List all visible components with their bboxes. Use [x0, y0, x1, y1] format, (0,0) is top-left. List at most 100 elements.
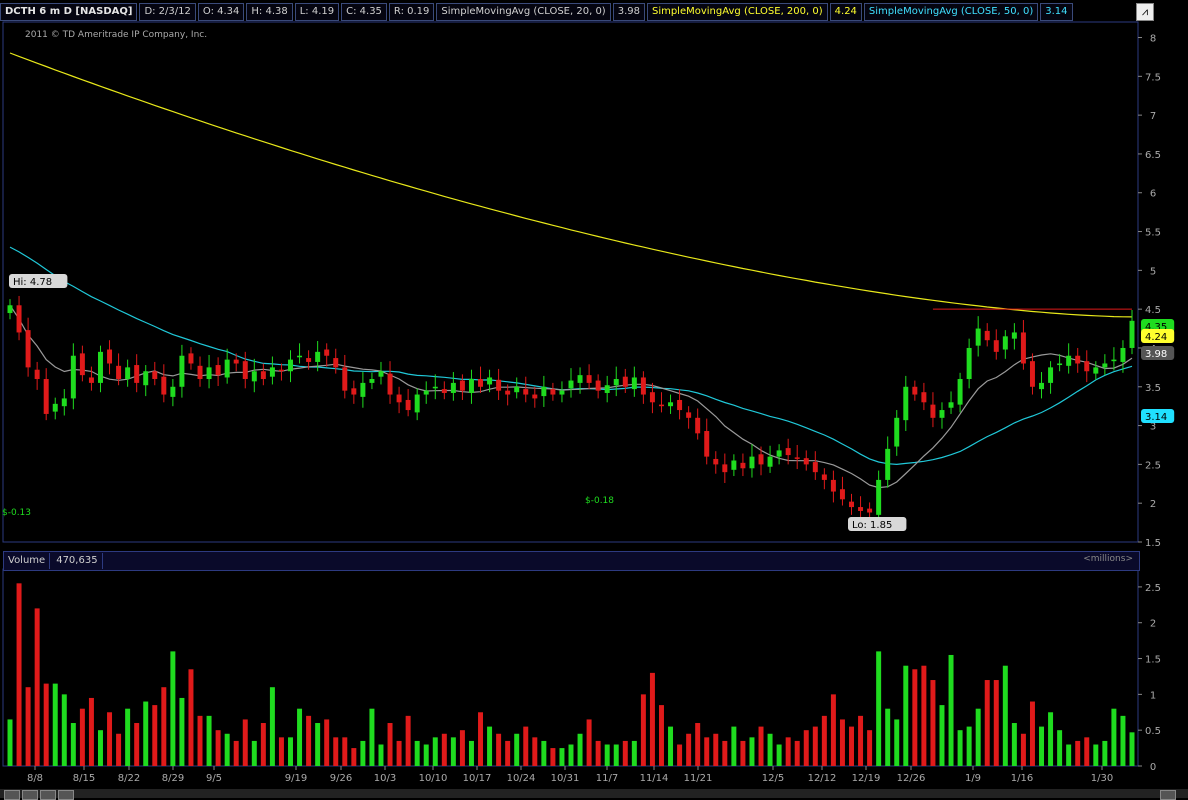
volume-bar	[649, 672, 655, 766]
volume-bar	[984, 680, 990, 766]
volume-bar	[749, 737, 755, 766]
candle-body	[957, 379, 963, 405]
volume-bar	[79, 708, 85, 766]
candle-body	[1029, 361, 1035, 387]
volume-bar	[794, 740, 800, 766]
volume-bar	[767, 733, 773, 766]
price-tick-label: 3.5	[1145, 383, 1161, 394]
date-tick-label: 12/19	[852, 773, 881, 784]
candle-body	[450, 382, 456, 393]
candle-body	[1075, 355, 1081, 364]
sma20-label[interactable]: SimpleMovingAvg (CLOSE, 20, 0)	[436, 3, 611, 21]
volume-bar	[342, 737, 348, 766]
candle-body	[722, 464, 728, 473]
high-annotation: Hi: 4.78	[9, 274, 68, 288]
candle-body	[713, 458, 719, 465]
volume-bar	[179, 697, 185, 766]
candle-body	[441, 389, 447, 393]
candle-body	[930, 404, 936, 418]
candle-body	[568, 380, 574, 389]
zoom-out-button[interactable]	[4, 790, 20, 800]
date-value: D: 2/3/12	[139, 3, 196, 21]
candle-body	[496, 379, 502, 391]
chart-settings-icon[interactable]: ⩘	[1136, 3, 1154, 21]
volume-bar	[966, 726, 972, 766]
volume-bar	[668, 726, 674, 766]
settings-button[interactable]	[58, 790, 74, 800]
svg-text:3.14: 3.14	[1145, 412, 1167, 423]
candle-body	[803, 458, 809, 465]
price-panel-frame	[2, 21, 1139, 543]
volume-bar	[514, 733, 520, 766]
volume-bar	[405, 715, 411, 766]
candle-body	[876, 479, 882, 515]
candle-body	[1020, 332, 1026, 364]
symbol-label[interactable]: DCTH 6 m D [NASDAQ]	[0, 3, 138, 21]
volume-bar	[197, 715, 203, 766]
candle-body	[785, 448, 791, 456]
volume-bar	[414, 740, 420, 766]
price-tick-label: 5.5	[1145, 228, 1161, 239]
volume-tick-label: 1.5	[1145, 655, 1161, 666]
bottom-scrollbar[interactable]	[0, 789, 1188, 798]
candle-body	[116, 365, 122, 380]
svg-text:3.98: 3.98	[1145, 349, 1167, 360]
candle-body	[966, 347, 972, 380]
volume-bar	[867, 730, 873, 766]
volume-bar	[315, 723, 321, 766]
candle-body	[1011, 332, 1017, 339]
volume-bar	[43, 683, 49, 766]
volume-bar	[695, 723, 701, 766]
candle-body	[668, 402, 674, 407]
volume-tick-label: 2	[1150, 619, 1156, 630]
sma50-label[interactable]: SimpleMovingAvg (CLOSE, 50, 0)	[863, 3, 1039, 21]
volume-bar	[306, 715, 312, 766]
volume-bar	[1093, 744, 1099, 766]
close-value: C: 4.35	[341, 3, 387, 21]
volume-bar	[423, 744, 429, 766]
volume-bar	[731, 726, 737, 766]
volume-bar	[143, 701, 149, 766]
candle-body	[170, 386, 176, 397]
candle-body	[523, 389, 529, 395]
volume-bar	[677, 744, 683, 766]
price-volume-chart[interactable]: 1.522.533.544.555.566.577.5800.511.522.5…	[0, 0, 1188, 798]
volume-bar	[975, 708, 981, 766]
candle-body	[396, 394, 402, 403]
volume-bar	[885, 708, 891, 766]
volume-label[interactable]: Volume	[4, 553, 51, 569]
candle-body	[550, 389, 556, 395]
date-tick-label: 12/26	[897, 773, 926, 784]
candle-body	[215, 365, 221, 376]
volume-bar	[930, 680, 936, 766]
candle-body	[70, 355, 76, 399]
candle-body	[79, 353, 85, 376]
volume-tick-label: 0	[1150, 762, 1156, 773]
copyright-text: 2011 © TD Ameritrade IP Company, Inc.	[25, 30, 208, 40]
volume-bar	[722, 740, 728, 766]
sma20-value: 3.98	[612, 3, 645, 21]
candle-body	[1093, 367, 1099, 374]
sma200-label[interactable]: SimpleMovingAvg (CLOSE, 200, 0)	[646, 3, 828, 21]
expand-button[interactable]	[1160, 790, 1176, 800]
volume-bar	[713, 733, 719, 766]
candle-body	[1002, 336, 1008, 350]
dividend-annotation-1: $-0.13	[2, 508, 31, 518]
volume-bar	[324, 719, 330, 766]
candle-body	[1039, 382, 1045, 390]
zoom-in-button[interactable]	[22, 790, 38, 800]
volume-bar	[487, 726, 493, 766]
reset-zoom-button[interactable]	[40, 790, 56, 800]
sma200-line	[9, 52, 1133, 318]
volume-bar	[478, 712, 484, 766]
candle-body	[242, 361, 248, 380]
volume-bar	[830, 694, 836, 766]
volume-bar	[88, 697, 94, 766]
volume-bar	[631, 740, 637, 766]
date-tick-label: 8/29	[162, 773, 184, 784]
candle-body	[269, 367, 275, 377]
date-tick-label: 1/16	[1011, 773, 1033, 784]
volume-bar	[16, 583, 22, 766]
candle-body	[912, 386, 918, 395]
candle-body	[1084, 361, 1090, 372]
